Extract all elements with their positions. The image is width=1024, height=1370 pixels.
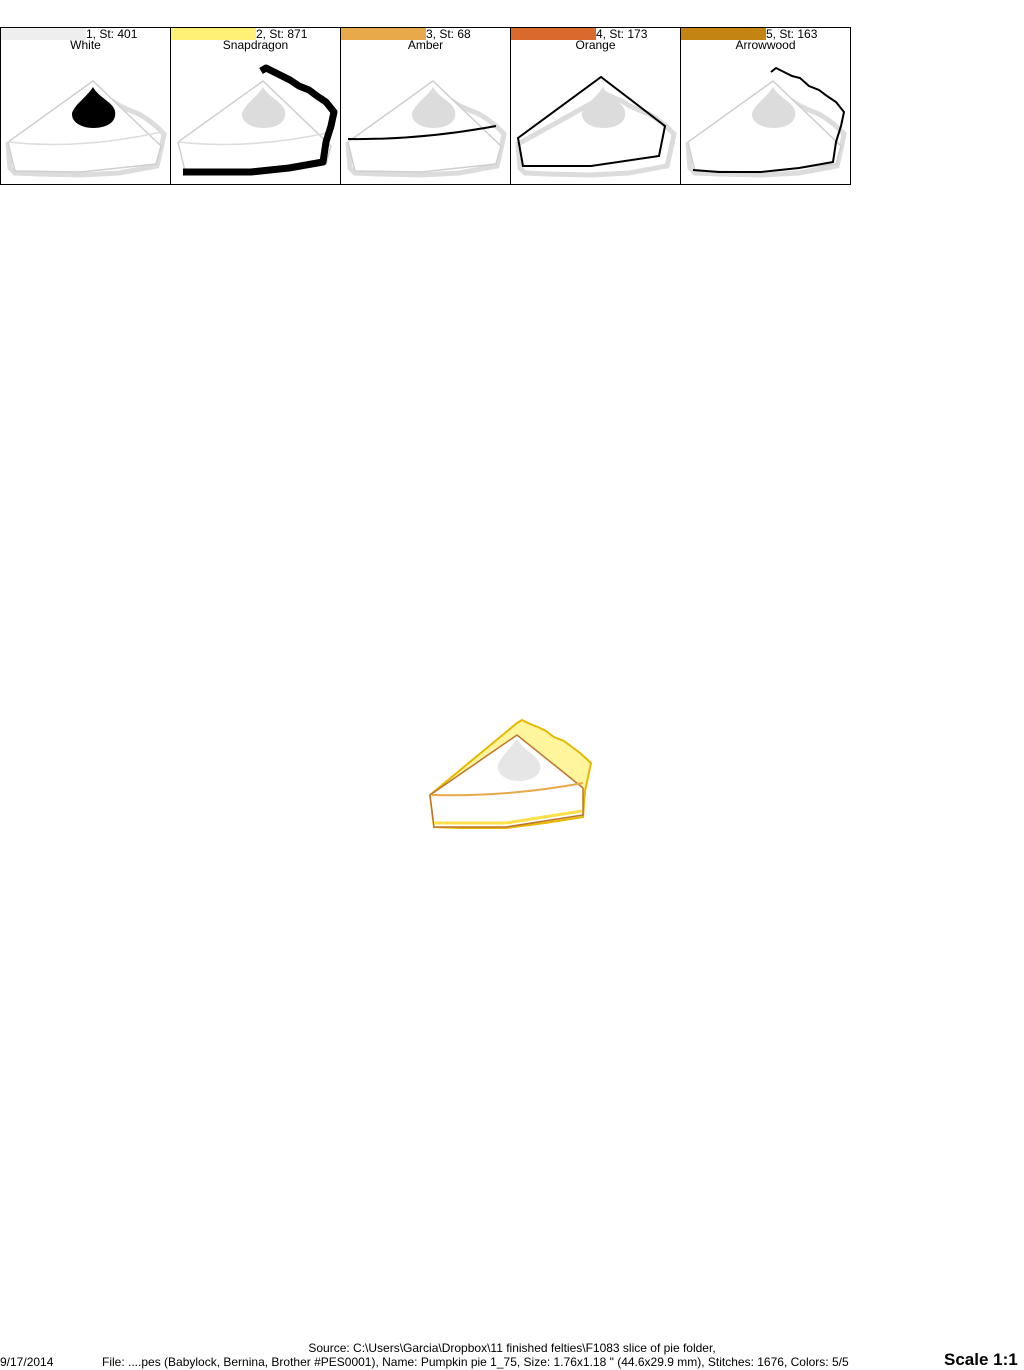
thread-thumbnail-outline (515, 75, 677, 178)
thread-thumbnail-crust-outline (685, 66, 847, 178)
thread-thumbnail-top-line (345, 80, 507, 178)
thread-thumbnail-whip (5, 80, 167, 178)
thread-color-name: Arrowwood (735, 38, 796, 52)
footer-source-path: Source: C:\Users\Garcia\Dropbox\11 finis… (308, 1341, 716, 1355)
thread-cell-4: 4, St: 173 Orange (511, 28, 681, 184)
thread-color-name: White (70, 38, 101, 52)
footer-date: 9/17/2014 (0, 1355, 54, 1369)
footer-scale: Scale 1:1 (944, 1350, 1018, 1369)
pie-slice-embroidery-preview (428, 718, 593, 829)
thread-thumbnail-crust (177, 64, 338, 176)
thread-color-name: Amber (407, 38, 444, 52)
footer-file-info: File: ....pes (Babylock, Bernina, Brothe… (102, 1355, 849, 1369)
thread-cell-3: 3, St: 68 Amber (341, 28, 511, 184)
thread-cell-5: 5, St: 163 Arrowwood (681, 28, 850, 184)
thread-color-name: Orange (575, 38, 616, 52)
thread-cell-2: 2, St: 871 Snapdragon (171, 28, 341, 184)
thread-cell-1: 1, St: 401 White (1, 28, 171, 184)
thread-color-strip: 1, St: 401 White 2, St: 871 Snapdragon 3… (0, 27, 851, 185)
thread-color-name: Snapdragon (222, 38, 289, 52)
